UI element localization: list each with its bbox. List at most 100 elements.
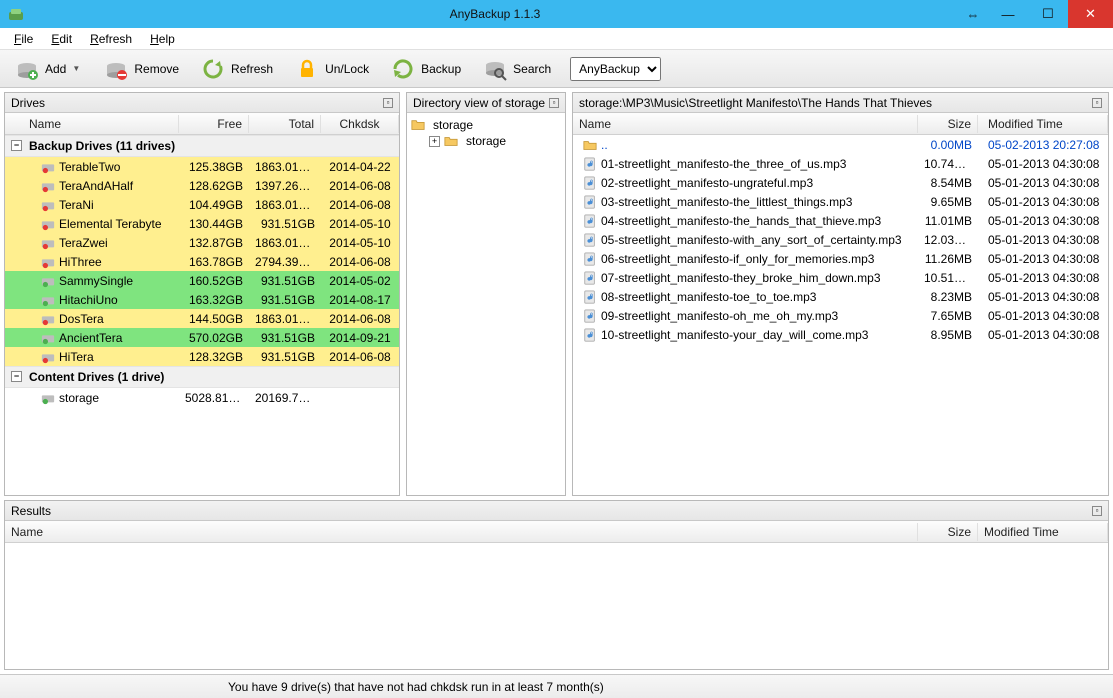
unlock-button[interactable]: Un/Lock <box>286 52 378 86</box>
file-row[interactable]: 03-streetlight_manifesto-the_littlest_th… <box>573 192 1108 211</box>
col-size[interactable]: Size <box>918 523 978 541</box>
menu-refresh[interactable]: Refresh <box>82 30 140 48</box>
files-panel-title: storage:\MP3\Music\Streetlight Manifesto… <box>579 96 932 110</box>
close-button[interactable]: ✕ <box>1068 0 1113 28</box>
drive-warn-icon <box>41 217 55 231</box>
panel-collapse-icon[interactable]: ▫ <box>383 98 393 108</box>
folder-open-icon <box>411 118 425 132</box>
refresh-label: Refresh <box>231 62 273 76</box>
drive-ok-icon <box>41 331 55 345</box>
add-button[interactable]: Add ▼ <box>6 52 91 86</box>
file-row[interactable]: 08-streetlight_manifesto-toe_to_toe.mp3 … <box>573 287 1108 306</box>
drive-row[interactable]: HiThree 163.78GB 2794.39GB 2014-06-08 <box>5 252 399 271</box>
col-total[interactable]: Total <box>249 115 321 133</box>
col-name[interactable]: Name <box>573 115 918 133</box>
maximize-button[interactable]: ☐ <box>1028 0 1068 28</box>
backup-button[interactable]: Backup <box>382 52 470 86</box>
file-row[interactable]: 06-streetlight_manifesto-if_only_for_mem… <box>573 249 1108 268</box>
search-icon <box>483 57 507 81</box>
results-header-row: Name Size Modified Time <box>5 521 1108 543</box>
group-content-drives[interactable]: − Content Drives (1 drive) <box>5 366 399 388</box>
add-label: Add <box>45 62 66 76</box>
file-row[interactable]: 10-streetlight_manifesto-your_day_will_c… <box>573 325 1108 344</box>
parent-dir-row[interactable]: .. 0.00MB 05-02-2013 20:27:08 <box>573 135 1108 154</box>
minimize-button[interactable]: — <box>988 0 1028 28</box>
tree-panel: Directory view of storage ▫ storage + st… <box>406 92 566 496</box>
drive-warn-icon <box>41 236 55 250</box>
drive-row[interactable]: SammySingle 160.52GB 931.51GB 2014-05-02 <box>5 271 399 290</box>
statusbar: You have 9 drive(s) that have not had ch… <box>0 674 1113 698</box>
drive-row[interactable]: DosTera 144.50GB 1863.01GB 2014-06-08 <box>5 309 399 328</box>
file-row[interactable]: 09-streetlight_manifesto-oh_me_oh_my.mp3… <box>573 306 1108 325</box>
profile-select[interactable]: AnyBackup <box>570 57 661 81</box>
collapse-icon[interactable]: − <box>11 371 22 382</box>
group-backup-drives[interactable]: − Backup Drives (11 drives) <box>5 135 399 157</box>
panel-collapse-icon[interactable]: ▫ <box>1092 98 1102 108</box>
drive-row[interactable]: storage 5028.81GB 20169.72GB <box>5 388 399 407</box>
results-panel-title: Results <box>11 504 51 518</box>
music-file-icon <box>583 290 597 304</box>
drive-row[interactable]: TeraNi 104.49GB 1863.01GB 2014-06-08 <box>5 195 399 214</box>
restore-double-icon[interactable]: ⇔ <box>958 0 988 28</box>
drive-warn-icon <box>41 179 55 193</box>
music-file-icon <box>583 157 597 171</box>
file-row[interactable]: 02-streetlight_manifesto-ungrateful.mp3 … <box>573 173 1108 192</box>
remove-label: Remove <box>134 62 179 76</box>
results-panel: Results ▫ Name Size Modified Time <box>4 500 1109 670</box>
col-modified[interactable]: Modified Time <box>978 115 1108 133</box>
file-row[interactable]: 01-streetlight_manifesto-the_three_of_us… <box>573 154 1108 173</box>
file-row[interactable]: 05-streetlight_manifesto-with_any_sort_o… <box>573 230 1108 249</box>
col-name[interactable]: Name <box>5 115 179 133</box>
refresh-icon <box>201 57 225 81</box>
drive-row[interactable]: AncientTera 570.02GB 931.51GB 2014-09-21 <box>5 328 399 347</box>
drive-row[interactable]: HitachiUno 163.32GB 931.51GB 2014-08-17 <box>5 290 399 309</box>
add-icon <box>15 57 39 81</box>
music-file-icon <box>583 328 597 342</box>
file-row[interactable]: 04-streetlight_manifesto-the_hands_that_… <box>573 211 1108 230</box>
tree-child[interactable]: + storage <box>411 133 561 149</box>
drive-row[interactable]: TerableTwo 125.38GB 1863.01GB 2014-04-22 <box>5 157 399 176</box>
panel-collapse-icon[interactable]: ▫ <box>1092 506 1102 516</box>
collapse-icon[interactable]: − <box>11 140 22 151</box>
menu-help[interactable]: Help <box>142 30 183 48</box>
music-file-icon <box>583 252 597 266</box>
drive-ok-icon <box>41 274 55 288</box>
folder-icon <box>444 134 458 148</box>
refresh-button[interactable]: Refresh <box>192 52 282 86</box>
remove-button[interactable]: Remove <box>95 52 188 86</box>
music-file-icon <box>583 214 597 228</box>
file-row[interactable]: 07-streetlight_manifesto-they_broke_him_… <box>573 268 1108 287</box>
col-chkdsk[interactable]: Chkdsk <box>321 115 399 133</box>
status-text: You have 9 drive(s) that have not had ch… <box>228 680 604 694</box>
drive-row[interactable]: TeraZwei 132.87GB 1863.01GB 2014-05-10 <box>5 233 399 252</box>
drive-row[interactable]: TeraAndAHalf 128.62GB 1397.26GB 2014-06-… <box>5 176 399 195</box>
window-title: AnyBackup 1.1.3 <box>32 7 958 21</box>
col-size[interactable]: Size <box>918 115 978 133</box>
search-button[interactable]: Search <box>474 52 560 86</box>
backup-label: Backup <box>421 62 461 76</box>
music-file-icon <box>583 233 597 247</box>
col-name[interactable]: Name <box>5 523 918 541</box>
music-file-icon <box>583 195 597 209</box>
unlock-label: Un/Lock <box>325 62 369 76</box>
music-file-icon <box>583 309 597 323</box>
drive-warn-icon <box>41 255 55 269</box>
drives-header-row: Name Free Total Chkdsk <box>5 113 399 135</box>
search-label: Search <box>513 62 551 76</box>
tree-panel-title: Directory view of storage <box>413 96 545 110</box>
menu-file[interactable]: File <box>6 30 41 48</box>
files-header-row: Name Size Modified Time <box>573 113 1108 135</box>
menu-edit[interactable]: Edit <box>43 30 80 48</box>
drive-warn-icon <box>41 160 55 174</box>
tree-root[interactable]: storage <box>411 117 561 133</box>
add-dropdown-icon[interactable]: ▼ <box>72 64 82 73</box>
col-modified[interactable]: Modified Time <box>978 523 1108 541</box>
expand-icon[interactable]: + <box>429 136 440 147</box>
drive-row[interactable]: HiTera 128.32GB 931.51GB 2014-06-08 <box>5 347 399 366</box>
col-free[interactable]: Free <box>179 115 249 133</box>
files-panel: storage:\MP3\Music\Streetlight Manifesto… <box>572 92 1109 496</box>
app-icon <box>8 6 24 22</box>
drive-row[interactable]: Elemental Terabyte 130.44GB 931.51GB 201… <box>5 214 399 233</box>
panel-collapse-icon[interactable]: ▫ <box>549 98 559 108</box>
folder-up-icon <box>583 138 597 152</box>
